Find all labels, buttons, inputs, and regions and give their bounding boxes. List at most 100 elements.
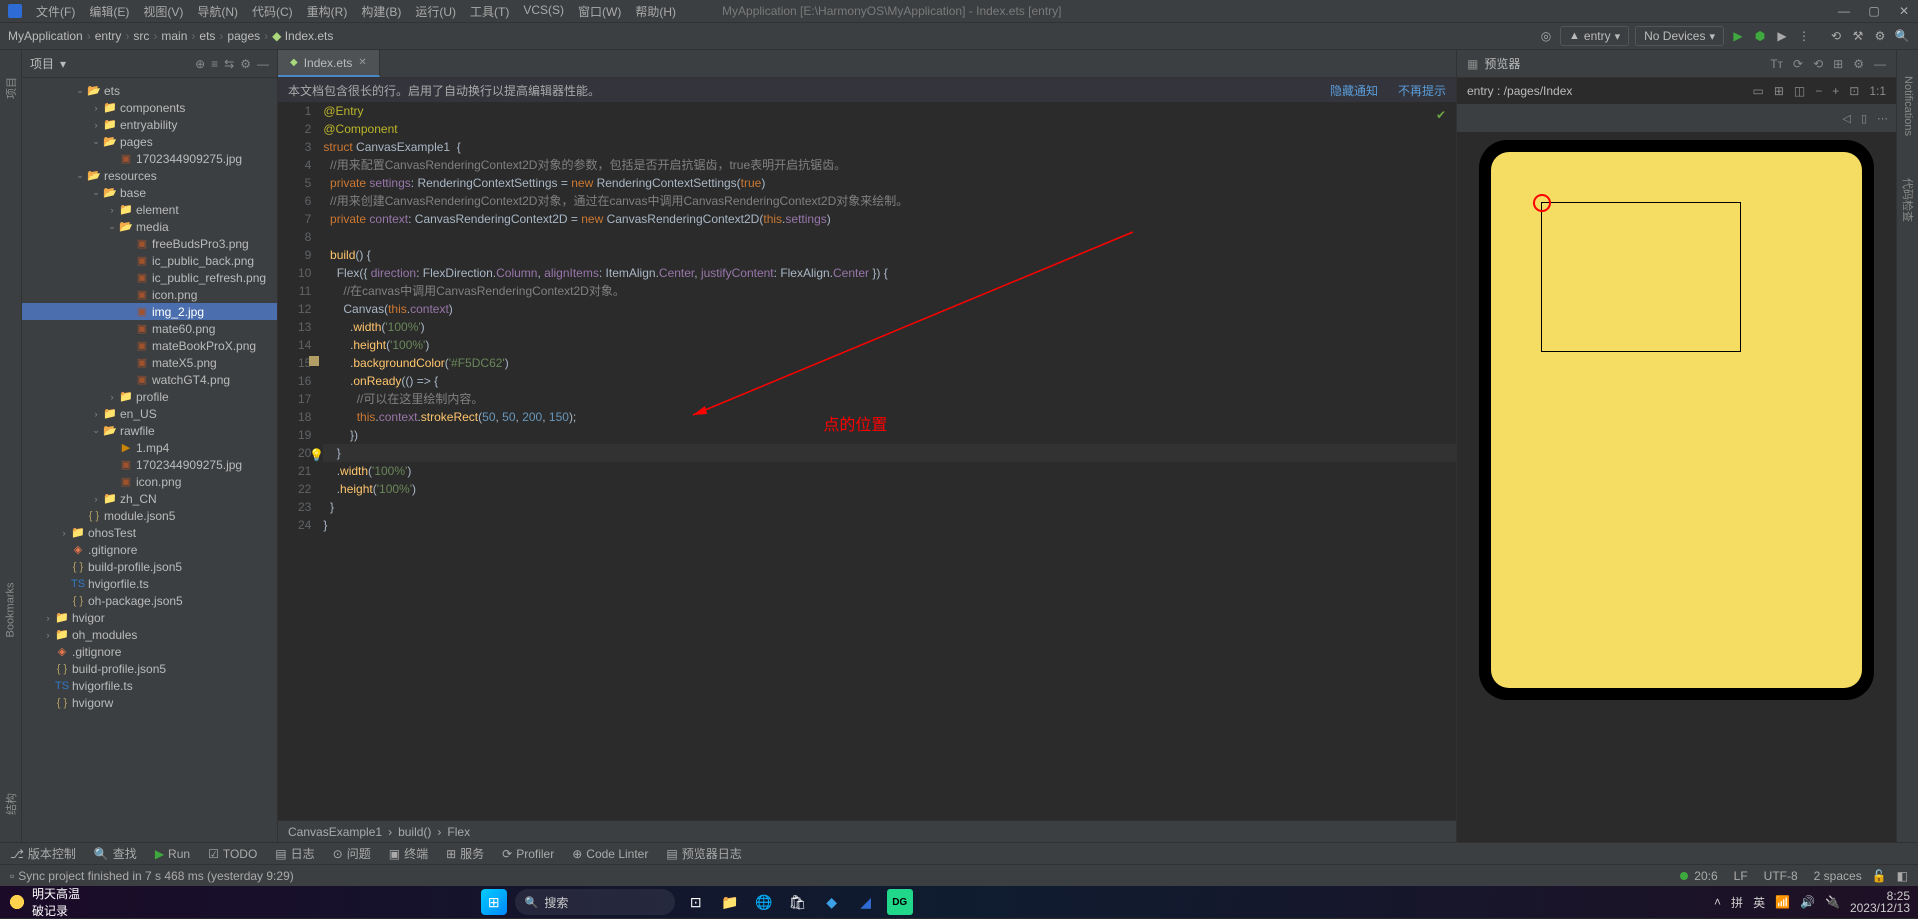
- breadcrumb-item[interactable]: main: [161, 29, 187, 43]
- crumb-struct[interactable]: CanvasExample1: [288, 825, 382, 839]
- breadcrumb-item[interactable]: ◆ Index.ets: [272, 29, 333, 43]
- hammer-icon[interactable]: ⚒: [1850, 29, 1866, 43]
- tree-item[interactable]: ›📁profile: [22, 388, 277, 405]
- tree-item[interactable]: ▣mateBookProX.png: [22, 337, 277, 354]
- encoding[interactable]: UTF-8: [1764, 869, 1798, 883]
- tree-item[interactable]: ▣ic_public_back.png: [22, 252, 277, 269]
- taskbar-clock[interactable]: 8:25 2023/12/13: [1850, 890, 1910, 914]
- menu-item[interactable]: 编辑(E): [83, 3, 135, 20]
- tree-item[interactable]: ▣ic_public_refresh.png: [22, 269, 277, 286]
- tree-item[interactable]: ▣freeBudsPro3.png: [22, 235, 277, 252]
- power-icon[interactable]: 🔌: [1825, 895, 1840, 909]
- menu-item[interactable]: VCS(S): [517, 3, 570, 20]
- project-tree[interactable]: ⌄📂ets›📁components›📁entryability⌄📂pages ▣1…: [22, 78, 277, 842]
- more-icon[interactable]: ⋯: [1877, 112, 1888, 125]
- task-view-icon[interactable]: ⊡: [683, 889, 709, 915]
- gear-icon[interactable]: ⚙: [240, 57, 251, 71]
- tree-item[interactable]: { }hvigorw: [22, 694, 277, 711]
- crumb-method[interactable]: build(): [398, 825, 431, 839]
- bottom-toolbar-item[interactable]: ▶Run: [155, 847, 190, 861]
- rotate-icon[interactable]: ⟲: [1813, 57, 1823, 71]
- zoom-out-icon[interactable]: −: [1815, 84, 1822, 98]
- maximize-button[interactable]: ▢: [1868, 4, 1880, 18]
- gutter-tab-bookmarks[interactable]: Bookmarks: [5, 582, 17, 637]
- menu-item[interactable]: 构建(B): [355, 3, 407, 20]
- menu-item[interactable]: 文件(F): [30, 3, 81, 20]
- tree-item[interactable]: ⌄📂rawfile: [22, 422, 277, 439]
- menu-item[interactable]: 导航(N): [191, 3, 244, 20]
- tree-item[interactable]: { }module.json5: [22, 507, 277, 524]
- menu-item[interactable]: 重构(R): [301, 3, 354, 20]
- editor-tab-index[interactable]: ◆ Index.ets ✕: [278, 50, 380, 77]
- bottom-toolbar-item[interactable]: ▤预览器日志: [666, 845, 741, 862]
- search-icon[interactable]: 🔍: [1894, 29, 1910, 43]
- tree-item[interactable]: ›📁en_US: [22, 405, 277, 422]
- tree-item[interactable]: ›📁element: [22, 201, 277, 218]
- menu-item[interactable]: 视图(V): [137, 3, 189, 20]
- bottom-toolbar-item[interactable]: ▣终端: [389, 845, 428, 862]
- tree-item[interactable]: ▶1.mp4: [22, 439, 277, 456]
- menu-item[interactable]: 运行(U): [409, 3, 462, 20]
- multi-icon[interactable]: ⊞: [1833, 57, 1843, 71]
- hide-icon[interactable]: —: [257, 57, 269, 71]
- breadcrumb-item[interactable]: MyApplication: [8, 29, 83, 43]
- gutter-tab-notifications[interactable]: Notifications: [1902, 76, 1914, 136]
- nav-back-icon[interactable]: ◁: [1842, 112, 1850, 125]
- tree-item[interactable]: ◈.gitignore: [22, 643, 277, 660]
- intention-bulb-icon[interactable]: 💡: [309, 446, 324, 464]
- bottom-toolbar-item[interactable]: ⊙问题: [333, 845, 371, 862]
- tree-item[interactable]: TShvigorfile.ts: [22, 677, 277, 694]
- caret-position[interactable]: 20:6: [1694, 869, 1717, 883]
- module-selector[interactable]: ▲ entry ▾: [1560, 26, 1629, 46]
- taskbar-weather[interactable]: 明天高温 破记录: [8, 885, 80, 919]
- settings-icon[interactable]: ⚙: [1872, 29, 1888, 43]
- coverage-icon[interactable]: ▶: [1774, 29, 1790, 43]
- datagrip-icon[interactable]: DG: [887, 889, 913, 915]
- widget-icon[interactable]: ◧: [1897, 869, 1908, 883]
- tree-item[interactable]: { }build-profile.json5: [22, 558, 277, 575]
- volume-icon[interactable]: 🔊: [1800, 895, 1815, 909]
- tree-item[interactable]: ⌄📂ets: [22, 82, 277, 99]
- start-button[interactable]: ⊞: [481, 889, 507, 915]
- gutter-tab-project[interactable]: 项目: [3, 77, 19, 99]
- tree-item[interactable]: ▣watchGT4.png: [22, 371, 277, 388]
- run-icon[interactable]: ▶: [1730, 29, 1746, 43]
- menu-item[interactable]: 代码(C): [246, 3, 299, 20]
- tree-item[interactable]: ⌄📂pages: [22, 133, 277, 150]
- breadcrumb-item[interactable]: entry: [95, 29, 122, 43]
- menu-item[interactable]: 工具(T): [464, 3, 515, 20]
- breadcrumb-item[interactable]: pages: [227, 29, 260, 43]
- close-tab-icon[interactable]: ✕: [358, 57, 366, 68]
- layers-icon[interactable]: ◫: [1794, 84, 1805, 98]
- inspection-ok-icon[interactable]: ✔: [1436, 106, 1446, 124]
- tree-item[interactable]: ◈.gitignore: [22, 541, 277, 558]
- tray-chevron-icon[interactable]: ˄: [1714, 895, 1721, 909]
- crumb-component[interactable]: Flex: [447, 825, 470, 839]
- zoom-fit-icon[interactable]: ⊡: [1849, 84, 1859, 98]
- tree-item[interactable]: ›📁oh_modules: [22, 626, 277, 643]
- menu-item[interactable]: 帮助(H): [629, 3, 682, 20]
- attach-icon[interactable]: ⋮: [1796, 29, 1812, 43]
- taskbar-search[interactable]: 🔍 搜索: [515, 889, 675, 915]
- gear-icon[interactable]: ⚙: [1853, 57, 1864, 71]
- panel-icon[interactable]: ▯: [1861, 112, 1867, 125]
- tree-item[interactable]: ▣mateX5.png: [22, 354, 277, 371]
- gutter-tab-structure[interactable]: 结构: [3, 793, 19, 815]
- tree-item[interactable]: { }build-profile.json5: [22, 660, 277, 677]
- tree-item[interactable]: ▣img_2.jpg: [22, 303, 277, 320]
- ime-lang[interactable]: 英: [1753, 894, 1765, 911]
- edge-icon[interactable]: 🌐: [751, 889, 777, 915]
- tree-item[interactable]: ›📁zh_CN: [22, 490, 277, 507]
- tree-item[interactable]: ▣1702344909275.jpg: [22, 456, 277, 473]
- code-editor[interactable]: 123456789101112131415161718192021222324 …: [278, 102, 1456, 820]
- tree-item[interactable]: ›📁components: [22, 99, 277, 116]
- zoom-ratio[interactable]: 1:1: [1869, 84, 1886, 98]
- bottom-toolbar-item[interactable]: ⊕Code Linter: [572, 847, 648, 861]
- refresh-icon[interactable]: ⟳: [1793, 57, 1803, 71]
- bottom-toolbar-item[interactable]: ⊞服务: [446, 845, 484, 862]
- explorer-icon[interactable]: 📁: [717, 889, 743, 915]
- tree-item[interactable]: ›📁entryability: [22, 116, 277, 133]
- tree-item[interactable]: ⌄📂resources: [22, 167, 277, 184]
- zoom-in-icon[interactable]: +: [1832, 84, 1839, 98]
- readonly-lock-icon[interactable]: 🔓: [1872, 869, 1887, 883]
